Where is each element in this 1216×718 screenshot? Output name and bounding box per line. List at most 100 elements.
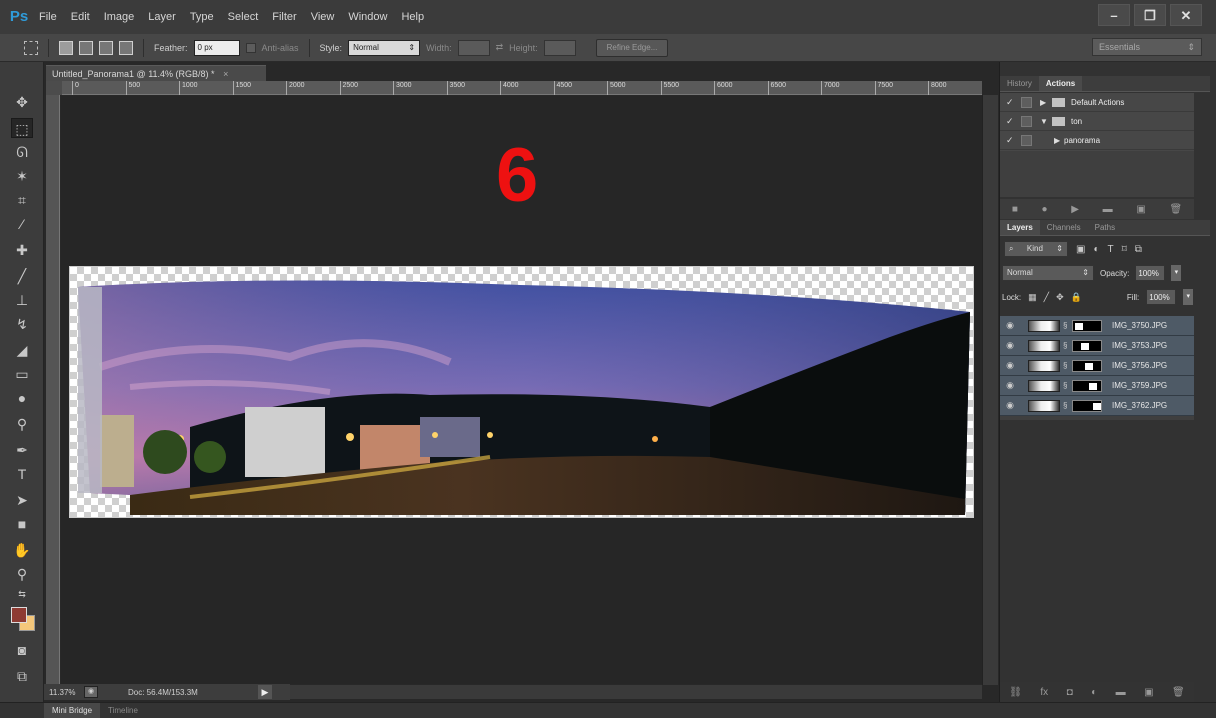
- link-chain-icon[interactable]: §: [1063, 341, 1069, 350]
- menu-edit[interactable]: Edit: [64, 0, 97, 34]
- tab-paths[interactable]: Paths: [1088, 220, 1122, 235]
- menu-type[interactable]: Type: [183, 0, 221, 34]
- shape-filter-icon[interactable]: ⌑: [1122, 244, 1127, 255]
- rectangle-tool-icon[interactable]: ■: [11, 514, 33, 534]
- layer-name[interactable]: IMG_3750.JPG: [1112, 321, 1167, 330]
- menu-filter[interactable]: Filter: [265, 0, 303, 34]
- expanded-arrow-icon[interactable]: ▼: [1040, 117, 1050, 126]
- tab-history[interactable]: History: [1000, 76, 1039, 91]
- layer-row[interactable]: ◉ § IMG_3759.JPG: [1000, 376, 1194, 396]
- checkmark-icon[interactable]: ✓: [1006, 116, 1018, 127]
- vertical-ruler[interactable]: [46, 95, 60, 685]
- opacity-input[interactable]: 100%: [1135, 265, 1166, 281]
- eraser-tool-icon[interactable]: ◢: [11, 340, 33, 360]
- layer-thumbnail[interactable]: [1028, 399, 1060, 412]
- quick-mask-icon[interactable]: ◙: [11, 640, 33, 660]
- record-icon[interactable]: ●: [1042, 204, 1048, 215]
- eyedropper-tool-icon[interactable]: ⁄: [11, 214, 33, 234]
- layer-mask-thumbnail[interactable]: [1072, 359, 1102, 372]
- status-menu-arrow-icon[interactable]: ▶: [258, 685, 272, 699]
- new-group-icon[interactable]: ▬: [1116, 687, 1126, 698]
- layer-thumbnail[interactable]: [1028, 319, 1060, 332]
- workspace-select[interactable]: Essentials ⇕: [1092, 38, 1202, 56]
- dialog-toggle-icon[interactable]: [1021, 115, 1032, 127]
- pixel-filter-icon[interactable]: ▣: [1076, 244, 1085, 255]
- feather-input[interactable]: 0 px: [193, 39, 240, 56]
- horizontal-scrollbar[interactable]: [290, 685, 982, 699]
- path-selection-tool-icon[interactable]: ➤: [11, 490, 33, 510]
- quick-selection-tool-icon[interactable]: ✶: [11, 166, 33, 186]
- menu-window[interactable]: Window: [341, 0, 394, 34]
- fill-input[interactable]: 100%: [1146, 289, 1177, 305]
- dodge-tool-icon[interactable]: ⚲: [11, 414, 33, 434]
- layer-kind-filter[interactable]: ⌕ Kind ⇕: [1004, 241, 1068, 257]
- minimize-button[interactable]: –: [1098, 4, 1130, 26]
- refine-edge-button[interactable]: Refine Edge...: [595, 38, 669, 57]
- opacity-arrow-icon[interactable]: ▾: [1171, 265, 1182, 281]
- menu-file[interactable]: File: [32, 0, 64, 34]
- foreground-color-swatch[interactable]: [11, 607, 27, 623]
- action-row[interactable]: ✓ ▶ panorama: [1000, 131, 1194, 150]
- eye-visibility-icon[interactable]: ◉: [1000, 320, 1020, 331]
- layer-name[interactable]: IMG_3756.JPG: [1112, 361, 1167, 370]
- layer-thumbnail[interactable]: [1028, 339, 1060, 352]
- width-input[interactable]: [457, 39, 490, 56]
- marquee-preset-icon[interactable]: [24, 40, 38, 55]
- move-tool-icon[interactable]: ✥: [11, 92, 33, 112]
- tab-actions[interactable]: Actions: [1038, 76, 1083, 91]
- brush-tool-icon[interactable]: ╱: [11, 266, 33, 286]
- link-chain-icon[interactable]: §: [1063, 361, 1069, 370]
- eye-visibility-icon[interactable]: ◉: [1000, 340, 1020, 351]
- blend-mode-select[interactable]: Normal ⇕: [1002, 265, 1094, 281]
- style-select[interactable]: Normal ⇕: [348, 39, 421, 56]
- crop-tool-icon[interactable]: ⌗: [11, 190, 33, 210]
- gradient-tool-icon[interactable]: ▭: [11, 364, 33, 384]
- new-set-icon[interactable]: ▬: [1103, 204, 1113, 215]
- menu-layer[interactable]: Layer: [141, 0, 183, 34]
- layer-mask-thumbnail[interactable]: [1072, 379, 1102, 392]
- swap-colors-icon[interactable]: ⇆: [11, 584, 33, 604]
- link-layers-icon[interactable]: ⛓: [1009, 687, 1022, 698]
- layer-mask-thumbnail[interactable]: [1072, 319, 1102, 332]
- lock-position-icon[interactable]: ✥: [1056, 292, 1064, 303]
- healing-brush-tool-icon[interactable]: ✚: [11, 240, 33, 260]
- link-chain-icon[interactable]: §: [1063, 381, 1069, 390]
- checkmark-icon[interactable]: ✓: [1006, 135, 1018, 146]
- menu-view[interactable]: View: [304, 0, 342, 34]
- layer-mask-thumbnail[interactable]: [1072, 399, 1102, 412]
- link-chain-icon[interactable]: §: [1063, 321, 1069, 330]
- history-brush-tool-icon[interactable]: ↯: [11, 314, 33, 334]
- screen-mode-icon[interactable]: ⧉: [11, 666, 33, 686]
- fill-arrow-icon[interactable]: ▾: [1183, 289, 1194, 305]
- layer-row[interactable]: ◉ § IMG_3750.JPG: [1000, 316, 1194, 336]
- link-chain-icon[interactable]: §: [1063, 401, 1069, 410]
- close-button[interactable]: ✕: [1170, 4, 1202, 26]
- trash-icon[interactable]: 🗑: [1169, 204, 1182, 215]
- collapsed-arrow-icon[interactable]: ▶: [1054, 136, 1064, 145]
- stop-icon[interactable]: ■: [1012, 204, 1018, 215]
- action-set-row[interactable]: ✓ ▼ ton: [1000, 112, 1194, 131]
- intersect-selection-icon[interactable]: [119, 40, 133, 55]
- tab-layers[interactable]: Layers: [1000, 220, 1040, 235]
- proof-icon[interactable]: ◉: [84, 686, 98, 698]
- anti-alias-checkbox[interactable]: [245, 42, 256, 53]
- document-tab[interactable]: Untitled_Panorama1 @ 11.4% (RGB/8) * ×: [46, 65, 266, 81]
- lock-all-icon[interactable]: 🔒: [1071, 292, 1082, 303]
- layer-name[interactable]: IMG_3759.JPG: [1112, 381, 1167, 390]
- layer-name[interactable]: IMG_3762.JPG: [1112, 401, 1167, 410]
- play-icon[interactable]: ▶: [1071, 204, 1079, 215]
- type-tool-icon[interactable]: T: [11, 464, 33, 484]
- close-tab-icon[interactable]: ×: [223, 69, 228, 79]
- dialog-toggle-icon[interactable]: [1021, 134, 1032, 146]
- layer-mask-thumbnail[interactable]: [1072, 339, 1102, 352]
- eye-visibility-icon[interactable]: ◉: [1000, 360, 1020, 371]
- ruler-corner[interactable]: [46, 81, 62, 95]
- swap-icon[interactable]: ⇄: [496, 42, 504, 53]
- restore-button[interactable]: ❐: [1134, 4, 1166, 26]
- clone-stamp-tool-icon[interactable]: ⊥: [11, 290, 33, 310]
- menu-select[interactable]: Select: [221, 0, 266, 34]
- dialog-toggle-icon[interactable]: [1021, 96, 1032, 108]
- lock-transparent-icon[interactable]: ▦: [1028, 292, 1037, 303]
- layer-row[interactable]: ◉ § IMG_3762.JPG: [1000, 396, 1194, 416]
- blur-tool-icon[interactable]: ●: [11, 388, 33, 408]
